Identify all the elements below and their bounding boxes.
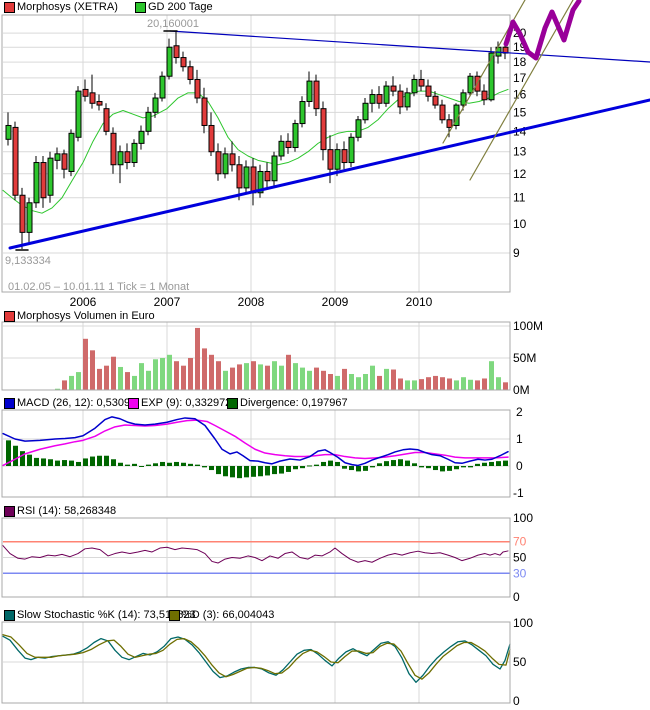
svg-text:-1: -1 (513, 486, 524, 500)
svg-text:30: 30 (513, 566, 527, 580)
svg-text:50: 50 (513, 551, 527, 565)
svg-text:2007: 2007 (154, 295, 181, 309)
price-legend: Morphosys (XETRA) GD 200 Tage (0, 1, 650, 14)
exp-legend-chip-icon (128, 398, 139, 409)
svg-text:18: 18 (513, 55, 527, 69)
stoch-k-legend-chip-icon (4, 610, 15, 621)
high-price-label: 20,160001 (147, 18, 199, 30)
svg-text:70: 70 (513, 535, 527, 549)
svg-text:10: 10 (513, 217, 527, 231)
chart-plot-svg: 20191817161514131211109100M50M0M210-1100… (0, 0, 650, 710)
svg-text:50: 50 (513, 655, 527, 669)
svg-text:12: 12 (513, 167, 527, 181)
morphosys-legend-chip-icon (4, 2, 15, 13)
stock-chart-page: 20191817161514131211109100M50M0M210-1100… (0, 0, 650, 710)
divergence-series-label: Divergence: 0,197967 (240, 397, 348, 409)
gd200-legend-chip-icon (135, 2, 146, 13)
low-price-label: 9,133334 (5, 255, 51, 267)
rsi-series-label: RSI (14): 58,268348 (17, 505, 116, 517)
svg-text:2008: 2008 (238, 295, 265, 309)
svg-text:0M: 0M (513, 383, 530, 397)
svg-text:13: 13 (513, 145, 527, 159)
svg-text:0: 0 (513, 590, 520, 604)
gd200-series-label: GD 200 Tage (148, 1, 213, 13)
macd-legend: MACD (26, 12): 0,53094 EXP (9): 0,332972… (0, 397, 650, 410)
volume-legend: Morphosys Volumen in Euro (0, 310, 650, 323)
stochastic-legend: Slow Stochastic %K (14): 73,516823 %D (3… (0, 609, 650, 622)
volume-legend-chip-icon (4, 311, 15, 322)
svg-text:2006: 2006 (70, 295, 97, 309)
date-range-label: 01.02.05 – 10.01.11 1 Tick = 1 Monat (8, 281, 189, 293)
rsi-legend-chip-icon (4, 506, 15, 517)
rsi-legend: RSI (14): 58,268348 (0, 505, 650, 518)
stoch-d-series-label: %D (3): 66,004043 (182, 609, 274, 621)
volume-title: Morphosys Volumen in Euro (17, 310, 155, 322)
svg-text:0: 0 (516, 459, 523, 473)
svg-text:1: 1 (516, 432, 523, 446)
stoch-d-legend-chip-icon (169, 610, 180, 621)
svg-text:9: 9 (513, 246, 520, 260)
svg-text:16: 16 (513, 88, 527, 102)
macd-series-label: MACD (26, 12): 0,53094 (17, 397, 136, 409)
svg-text:0: 0 (513, 694, 520, 708)
svg-text:2010: 2010 (406, 295, 433, 309)
svg-text:50M: 50M (513, 351, 536, 365)
exp-series-label: EXP (9): 0,332972 (141, 397, 231, 409)
divergence-legend-chip-icon (227, 398, 238, 409)
svg-text:11: 11 (513, 191, 526, 205)
svg-text:17: 17 (513, 71, 527, 85)
svg-text:15: 15 (513, 105, 527, 119)
macd-legend-chip-icon (4, 398, 15, 409)
svg-text:2009: 2009 (322, 295, 349, 309)
price-series-label: Morphosys (XETRA) (17, 1, 118, 13)
